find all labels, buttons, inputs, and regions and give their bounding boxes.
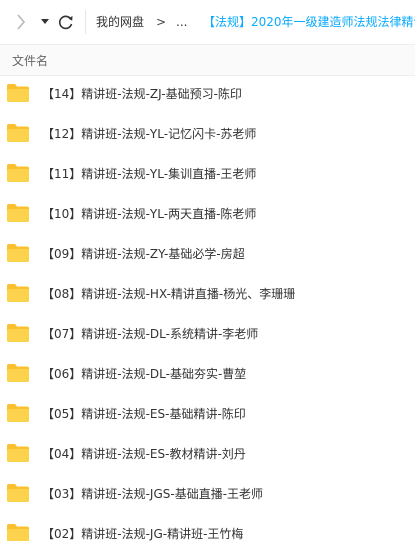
folder-icon <box>7 484 29 502</box>
file-name: 【08】精讲班-法规-HX-精讲直播-杨光、李珊珊 <box>42 287 296 301</box>
folder-icon <box>7 84 29 102</box>
file-name: 【12】精讲班-法规-YL-记忆闪卡-苏老师 <box>42 127 257 141</box>
folder-icon <box>7 284 29 302</box>
history-dropdown-button[interactable] <box>38 12 52 32</box>
file-name: 【14】精讲班-法规-ZJ-基础预习-陈印 <box>42 87 242 101</box>
refresh-button[interactable] <box>56 12 76 32</box>
list-item[interactable]: 【08】精讲班-法规-HX-精讲直播-杨光、李珊珊 <box>0 274 415 314</box>
chevron-right-icon <box>17 14 26 30</box>
column-header-name[interactable]: 文件名 <box>12 52 48 69</box>
file-name: 【05】精讲班-法规-ES-基础精讲-陈印 <box>42 407 246 421</box>
file-name: 【10】精讲班-法规-YL-两天直播-陈老师 <box>42 207 257 221</box>
breadcrumb-root[interactable]: 我的网盘 <box>96 14 144 30</box>
folder-icon <box>7 164 29 182</box>
column-header: 文件名 <box>0 44 415 76</box>
list-item[interactable]: 【04】精讲班-法规-ES-教材精讲-刘丹 <box>0 434 415 474</box>
file-name: 【06】精讲班-法规-DL-基础夯实-曹堃 <box>42 367 247 381</box>
folder-icon <box>7 444 29 462</box>
folder-icon <box>7 244 29 262</box>
refresh-icon <box>58 15 73 30</box>
file-name: 【03】精讲班-法规-JGS-基础直播-王老师 <box>42 487 264 501</box>
list-item[interactable]: 【06】精讲班-法规-DL-基础夯实-曹堃 <box>0 354 415 394</box>
list-item[interactable]: 【07】精讲班-法规-DL-系统精讲-李老师 <box>0 314 415 354</box>
list-item[interactable]: 【10】精讲班-法规-YL-两天直播-陈老师 <box>0 194 415 234</box>
toolbar: 我的网盘 > ... 【法规】2020年一级建造师法规法律精讲 <box>0 0 415 44</box>
list-item[interactable]: 【14】精讲班-法规-ZJ-基础预习-陈印 <box>0 74 415 114</box>
file-name: 【07】精讲班-法规-DL-系统精讲-李老师 <box>42 327 259 341</box>
breadcrumb-ellipsis[interactable]: ... <box>176 14 187 30</box>
caret-down-icon <box>41 19 49 24</box>
folder-icon <box>7 204 29 222</box>
breadcrumb-current[interactable]: 【法规】2020年一级建造师法规法律精讲 <box>203 14 415 30</box>
breadcrumb-separator: > <box>156 15 167 29</box>
list-item[interactable]: 【02】精讲班-法规-JG-精讲班-王竹梅 <box>0 514 415 541</box>
forward-button[interactable] <box>12 12 30 32</box>
list-item[interactable]: 【12】精讲班-法规-YL-记忆闪卡-苏老师 <box>0 114 415 154</box>
file-name: 【04】精讲班-法规-ES-教材精讲-刘丹 <box>42 447 246 461</box>
folder-icon <box>7 404 29 422</box>
folder-icon <box>7 364 29 382</box>
file-name: 【11】精讲班-法规-YL-集训直播-王老师 <box>42 167 257 181</box>
toolbar-divider <box>85 10 86 34</box>
list-item[interactable]: 【09】精讲班-法规-ZY-基础必学-房超 <box>0 234 415 274</box>
list-item[interactable]: 【11】精讲班-法规-YL-集训直播-王老师 <box>0 154 415 194</box>
file-name: 【02】精讲班-法规-JG-精讲班-王竹梅 <box>42 527 244 541</box>
folder-icon <box>7 324 29 342</box>
list-item[interactable]: 【05】精讲班-法规-ES-基础精讲-陈印 <box>0 394 415 434</box>
folder-icon <box>7 524 29 541</box>
folder-icon <box>7 124 29 142</box>
list-item[interactable]: 【03】精讲班-法规-JGS-基础直播-王老师 <box>0 474 415 514</box>
file-list: 【14】精讲班-法规-ZJ-基础预习-陈印 【12】精讲班-法规-YL-记忆闪卡… <box>0 74 415 541</box>
file-name: 【09】精讲班-法规-ZY-基础必学-房超 <box>42 247 245 261</box>
